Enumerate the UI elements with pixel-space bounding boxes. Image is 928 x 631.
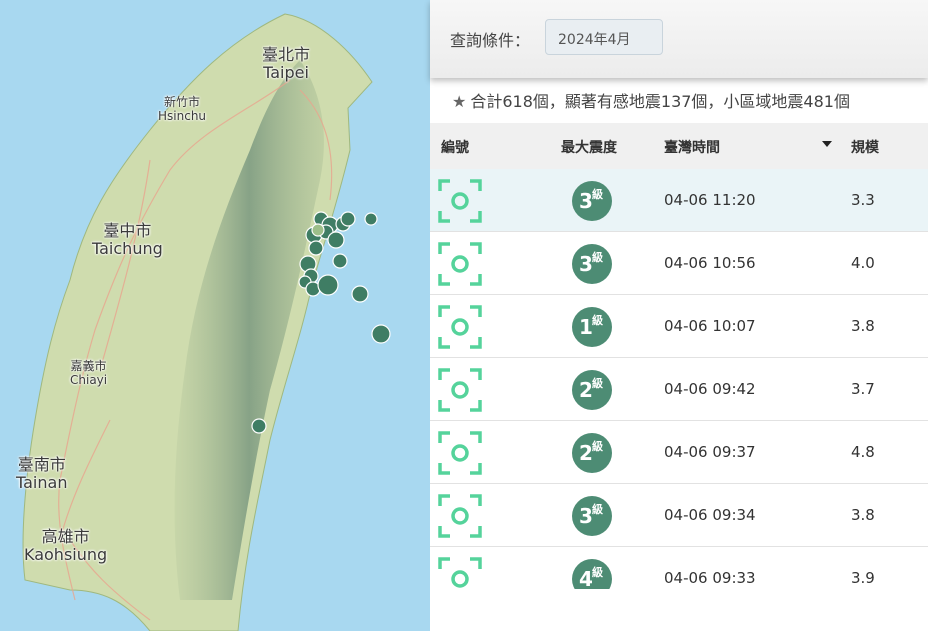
focus-locate-icon[interactable]	[438, 431, 482, 475]
event-time: 04-06 09:42	[664, 380, 756, 398]
sort-desc-icon[interactable]	[822, 141, 832, 147]
focus-locate-icon[interactable]	[438, 179, 482, 223]
header-max-intensity[interactable]: 最大震度	[561, 137, 617, 157]
focus-locate-icon[interactable]	[438, 494, 482, 538]
intensity-badge: 3級	[572, 244, 612, 284]
event-time: 04-06 09:34	[664, 506, 756, 524]
event-time: 04-06 10:07	[664, 317, 756, 335]
city-label-tainan: 臺南市 Tainan	[16, 455, 68, 493]
event-magnitude: 3.9	[851, 569, 875, 587]
earthquake-rows: 3級 04-06 11:20 3.3 3級 04-06 10:56 4.0 1級…	[430, 169, 928, 589]
earthquake-list-panel: 查詢條件： 2024年4月 ★ 合計618個，顯著有感地震137個，小區域地震48…	[430, 0, 928, 631]
city-label-kaohsiung: 高雄市 Kaohsiung	[24, 527, 108, 565]
star-icon: ★	[452, 92, 467, 111]
focus-locate-icon[interactable]	[438, 305, 482, 349]
summary-text: ★ 合計618個，顯著有感地震137個，小區域地震481個	[452, 88, 850, 112]
city-label-hsinchu: 新竹市 Hsinchu	[158, 95, 207, 123]
focus-locate-icon[interactable]	[438, 368, 482, 412]
query-bar: 查詢條件： 2024年4月	[430, 0, 928, 78]
summary-counts: 合計618個，顯著有感地震137個，小區域地震481個	[470, 92, 850, 111]
header-magnitude[interactable]: 規模	[851, 137, 879, 157]
intensity-badge: 4級	[572, 559, 612, 589]
table-row[interactable]: 3級 04-06 11:20 3.3	[430, 169, 928, 232]
intensity-badge: 3級	[572, 496, 612, 536]
intensity-badge: 2級	[572, 370, 612, 410]
header-taiwan-time[interactable]: 臺灣時間	[664, 137, 720, 157]
intensity-badge: 1級	[572, 307, 612, 347]
table-row[interactable]: 3級 04-06 09:34 3.8	[430, 484, 928, 547]
intensity-badge: 3級	[572, 181, 612, 221]
city-label-taichung: 臺中市 Taichung	[92, 221, 163, 259]
event-magnitude: 3.8	[851, 506, 875, 524]
table-row[interactable]: 2級 04-06 09:37 4.8	[430, 421, 928, 484]
event-time: 04-06 11:20	[664, 191, 756, 209]
focus-locate-icon[interactable]	[438, 557, 482, 589]
table-row[interactable]: 1級 04-06 10:07 3.8	[430, 295, 928, 358]
table-row[interactable]: 2級 04-06 09:42 3.7	[430, 358, 928, 421]
event-time: 04-06 09:33	[664, 569, 756, 587]
city-label-taipei: 臺北市 Taipei	[262, 45, 311, 83]
query-label: 查詢條件：	[450, 31, 531, 50]
earthquake-map[interactable]: 臺北市 Taipei 新竹市 Hsinchu 臺中市 Taichung 嘉義市 Chia…	[0, 0, 430, 631]
table-header: 編號 最大震度 臺灣時間 規模	[430, 123, 928, 170]
table-row[interactable]: 3級 04-06 10:56 4.0	[430, 232, 928, 295]
event-magnitude: 3.7	[851, 380, 875, 398]
event-magnitude: 3.3	[851, 191, 875, 209]
city-label-chiayi: 嘉義市 Chiayi	[70, 359, 108, 387]
event-time: 04-06 09:37	[664, 443, 756, 461]
table-row[interactable]: 4級 04-06 09:33 3.9	[430, 547, 928, 589]
month-select[interactable]: 2024年4月	[545, 19, 663, 55]
focus-locate-icon[interactable]	[438, 242, 482, 286]
event-time: 04-06 10:56	[664, 254, 756, 272]
header-id[interactable]: 編號	[441, 137, 469, 157]
event-magnitude: 4.8	[851, 443, 875, 461]
event-magnitude: 3.8	[851, 317, 875, 335]
event-magnitude: 4.0	[851, 254, 875, 272]
intensity-badge: 2級	[572, 433, 612, 473]
